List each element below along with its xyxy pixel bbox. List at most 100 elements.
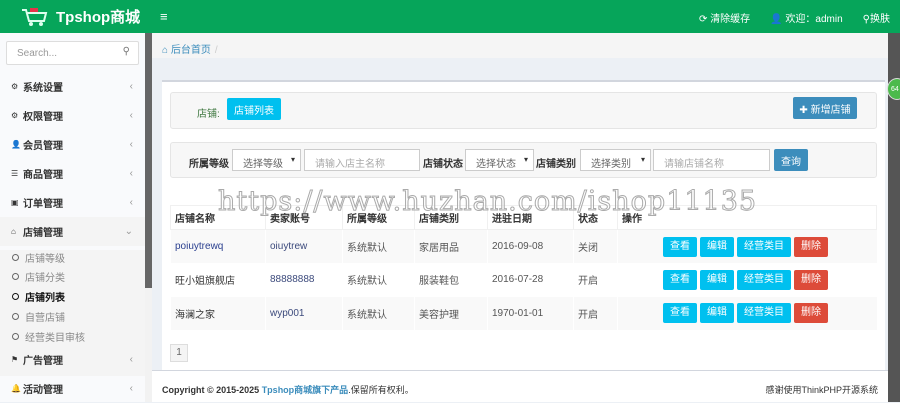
chevron-left-icon: ‹ (129, 110, 133, 121)
edit-button[interactable]: 编辑 (700, 236, 734, 257)
column-header[interactable]: 进驻日期 (487, 205, 574, 230)
table-cell: 旺小姐旗舰店 (170, 263, 266, 297)
user-icon: 👤 (11, 140, 21, 149)
submenu-label: 店铺分类 (25, 273, 65, 284)
rights-text: .保留所有权利。 (348, 385, 414, 395)
chevron-left-icon: ‹ (129, 197, 133, 208)
table-cell: 开启 (573, 296, 618, 330)
store-name-input[interactable]: 请输店铺名称 (653, 149, 770, 171)
table-cell: oiuytrew (265, 229, 343, 263)
brand-link[interactable]: Tpshop商城旗下产品 (262, 385, 349, 395)
user-menu[interactable]: 👤 欢迎：admin (770, 10, 842, 25)
chevron-left-icon: ‹ (129, 383, 133, 394)
home-icon: ⌂ (11, 227, 16, 236)
table-cell: 开启 (573, 263, 618, 297)
actions-cell: 查看 编辑 经营类目 删除 (617, 229, 877, 263)
sidebar-item-ads[interactable]: ⚑ 广告管理 ‹ (0, 345, 145, 374)
search-icon[interactable]: ⚲ (123, 46, 130, 57)
sidebar-subitem-store-grade[interactable]: 店铺等级 (12, 250, 65, 265)
sidebar-search-input[interactable]: Search... ⚲ (6, 41, 139, 65)
search-placeholder: Search... (17, 48, 58, 59)
flag-icon: ⚑ (11, 355, 19, 364)
welcome-label: 欢迎：admin (785, 14, 843, 25)
category-select[interactable]: 选择类别 (580, 149, 651, 171)
home-icon: ⌂ (162, 45, 169, 56)
delete-button[interactable]: 删除 (794, 303, 828, 324)
search-button[interactable]: 查询 (774, 149, 808, 171)
sidebar-item-activities[interactable]: 🔔 活动管理 ‹ (0, 374, 145, 403)
sidebar-item-orders[interactable]: ▣ 订单管理 ‹ (0, 188, 145, 217)
sidebar-item-permissions[interactable]: ⚙ 权限管理 ‹ (0, 101, 145, 130)
copyright: Copyright © 2015-2025 Tpshop商城旗下产品.保留所有权… (162, 383, 414, 395)
skin-label: 换肤 (870, 14, 890, 25)
breadcrumb-home-link[interactable]: 后台首页 (171, 45, 211, 56)
actions-cell: 查看 编辑 经营类目 删除 (617, 263, 877, 297)
sidebar-item-goods[interactable]: ☰ 商品管理 ‹ (0, 159, 145, 188)
view-button[interactable]: 查看 (663, 303, 697, 324)
store-table: 店铺名称 卖家账号 所属等级 店铺类别 进驻日期 状态 操作 poiuytrewq oiuyt… (170, 205, 877, 330)
column-header[interactable]: 卖家账号 (265, 205, 343, 230)
sidebar-subitem-store-list[interactable]: 店铺列表 (12, 289, 65, 304)
menu-label: 店铺管理 (23, 228, 63, 239)
view-button[interactable]: 查看 (663, 236, 697, 257)
add-store-button[interactable]: ✚ 新增店铺 (793, 97, 857, 119)
business-category-button[interactable]: 经营类目 (737, 269, 791, 290)
table-cell: 2016-09-08 (487, 229, 574, 263)
table-cell: 系统默认 (342, 263, 415, 297)
sidebar-item-stores[interactable]: ⌂ 店铺管理 ⌄ (0, 217, 145, 246)
menu-label: 会员管理 (23, 141, 63, 152)
sidebar-subitem-store-category[interactable]: 店铺分类 (12, 269, 65, 284)
status-label: 店铺状态 (423, 159, 463, 170)
filter-bar: 所属等级 选择等级 请输入店主名称 店铺状态 选择状态 店铺类别 选择类别 请输… (170, 142, 877, 178)
cogs-icon: ⚙ (11, 111, 19, 120)
column-header: 操作 (617, 205, 877, 230)
column-header[interactable]: 所属等级 (342, 205, 415, 230)
footer: Copyright © 2015-2025 Tpshop商城旗下产品.保留所有权… (152, 370, 888, 402)
column-header[interactable]: 状态 (573, 205, 618, 230)
submenu-label: 店铺等级 (25, 254, 65, 265)
sidebar-item-members[interactable]: 👤 会员管理 ‹ (0, 130, 145, 159)
table-cell: 美容护理 (414, 296, 488, 330)
delete-button[interactable]: 删除 (794, 269, 828, 290)
column-header[interactable]: 店铺类别 (414, 205, 488, 230)
brand-name: Tpshop商城 (56, 9, 141, 26)
skin-link[interactable]: ⚲换肤 (863, 10, 890, 25)
table-cell: 海澜之家 (170, 296, 266, 330)
business-category-button[interactable]: 经营类目 (737, 303, 791, 324)
status-select[interactable]: 选择状态 (465, 149, 534, 171)
copyright-text: Copyright © 2015-2025 (162, 385, 260, 395)
edit-button[interactable]: 编辑 (700, 269, 734, 290)
floating-badge[interactable]: 64 (887, 78, 900, 100)
delete-button[interactable]: 删除 (794, 236, 828, 257)
clear-cache-label: 清除缓存 (710, 14, 751, 25)
actions-cell: 查看 编辑 经营类目 删除 (617, 296, 877, 330)
category-label: 店铺类别 (536, 159, 576, 170)
chevron-left-icon: ‹ (129, 354, 133, 365)
brand-logo[interactable]: Tpshop商城 (20, 6, 140, 27)
sidebar-scrollbar[interactable] (145, 33, 152, 402)
owner-name-input[interactable]: 请输入店主名称 (304, 149, 420, 171)
sidebar-item-system[interactable]: ⚙ 系统设置 ‹ (0, 72, 145, 101)
edit-button[interactable]: 编辑 (700, 303, 734, 324)
business-category-button[interactable]: 经营类目 (737, 236, 791, 257)
table-cell: wyp001 (265, 296, 343, 330)
menu-label: 商品管理 (23, 170, 63, 181)
clear-cache-link[interactable]: ⟳ 清除缓存 (699, 10, 750, 25)
bell-icon: 🔔 (11, 384, 21, 393)
grade-select[interactable]: 选择等级 (232, 149, 301, 171)
sidebar-subitem-self-store[interactable]: 自营店铺 (12, 309, 65, 324)
breadcrumb-separator: / (214, 45, 218, 56)
table-header-row: 店铺名称 卖家账号 所属等级 店铺类别 进驻日期 状态 操作 (170, 205, 877, 230)
sidebar-subitem-category-review[interactable]: 经营类目审核 (12, 329, 85, 344)
grade-label: 所属等级 (189, 159, 229, 170)
chevron-left-icon: ‹ (129, 168, 133, 179)
menu-label: 系统设置 (23, 83, 63, 94)
column-header[interactable]: 店铺名称 (170, 205, 266, 230)
pagination-page[interactable]: 1 (170, 344, 188, 362)
table-row: poiuytrewq oiuytrew 系统默认 家居用品 2016-09-08 关闭 查看… (170, 229, 877, 263)
tab-store-list[interactable]: 店铺列表 (227, 98, 281, 120)
sidebar-toggle-button[interactable]: ≡ (160, 9, 168, 24)
table-cell: 2016-07-28 (487, 263, 574, 297)
table-row: 海澜之家 wyp001 系统默认 美容护理 1970-01-01 开启 查看 编辑 经营类目 删除 (170, 296, 877, 330)
view-button[interactable]: 查看 (663, 269, 697, 290)
